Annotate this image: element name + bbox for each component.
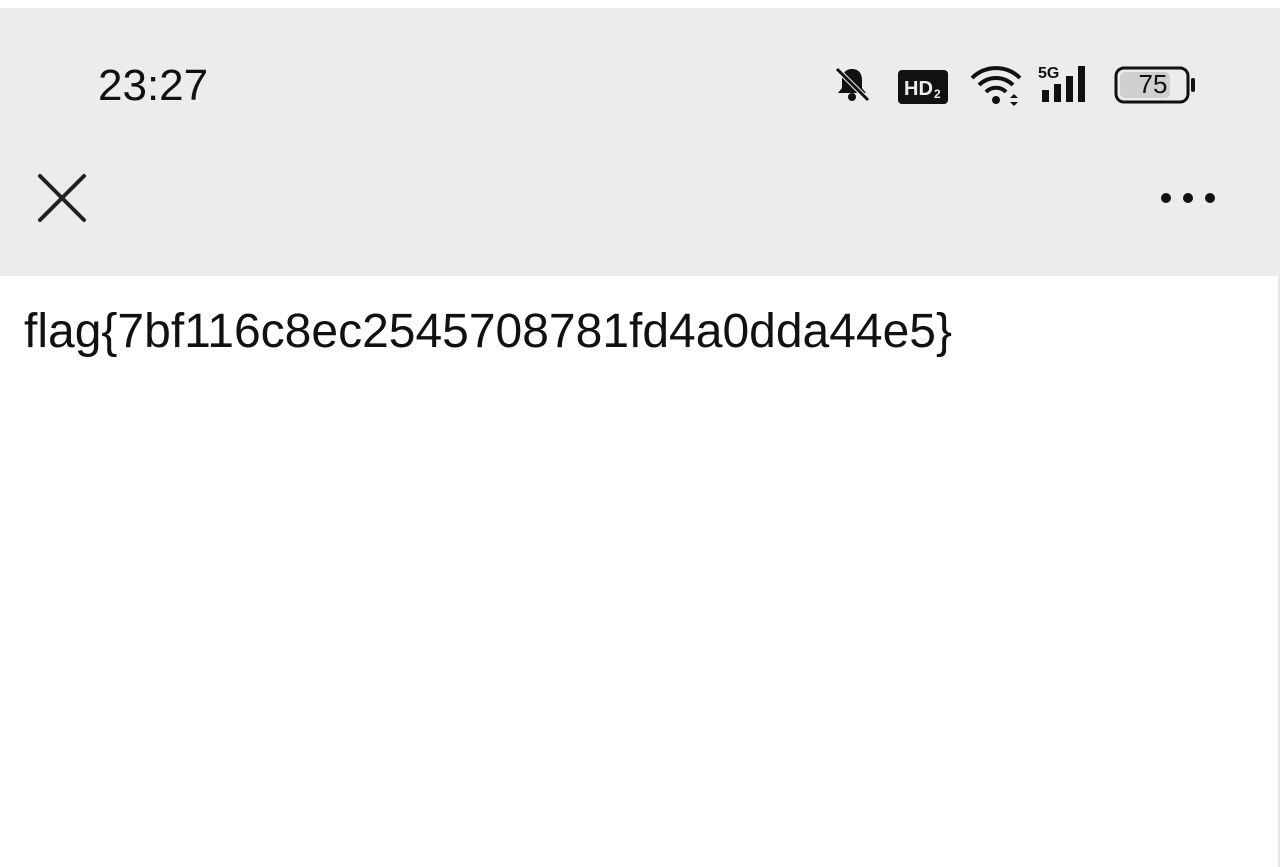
header-area bbox=[0, 8, 1280, 276]
svg-text:5G: 5G bbox=[1038, 65, 1059, 82]
more-horizontal-icon bbox=[1161, 193, 1215, 203]
close-button[interactable] bbox=[30, 166, 94, 230]
5g-signal-icon: 5G bbox=[1038, 65, 1085, 102]
status-time: 23:27 bbox=[98, 61, 209, 110]
close-icon bbox=[38, 174, 86, 222]
bell-muted-icon bbox=[835, 67, 870, 102]
wifi-icon bbox=[970, 66, 1022, 106]
more-options-button[interactable] bbox=[1150, 178, 1226, 218]
svg-text:2: 2 bbox=[934, 87, 941, 101]
flag-text: flag{7bf116c8ec2545708781fd4a0dda44e5} bbox=[24, 305, 953, 358]
screen: 23:27 HD 2 5G 75 flag{7bf116c8ec25457087… bbox=[0, 0, 1280, 867]
svg-text:HD: HD bbox=[904, 78, 933, 100]
top-strip bbox=[0, 0, 1280, 8]
content-area: flag{7bf116c8ec2545708781fd4a0dda44e5} bbox=[0, 276, 1280, 867]
hd2-icon: HD 2 bbox=[898, 70, 948, 104]
battery-level: 75 bbox=[1138, 69, 1168, 99]
